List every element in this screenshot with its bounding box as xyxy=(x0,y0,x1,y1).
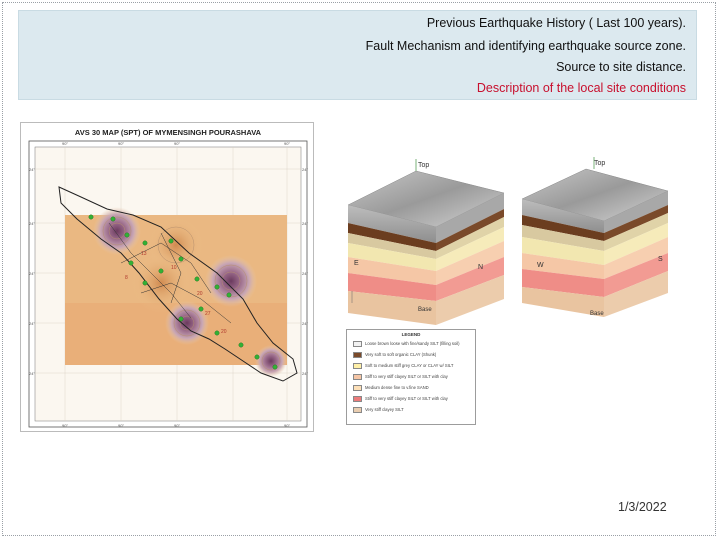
soil-profile-3d-image: Top E N Base Top W S Base LEGEND Loose b… xyxy=(332,153,710,435)
map-title: AVS 30 MAP (SPT) OF MYMENSINGH POURASHAV… xyxy=(75,128,262,137)
map-left-tick: 24° xyxy=(29,221,35,226)
header-box: Previous Earthquake History ( Last 100 y… xyxy=(18,10,697,100)
legend-swatch xyxy=(353,374,362,380)
map-value-label: 13 xyxy=(141,251,147,257)
label-e: E xyxy=(354,260,359,267)
legend-text: Medium dense fine to v.fine SAND xyxy=(365,385,429,390)
map-right-tick: 24° xyxy=(302,371,308,376)
header-line-fault-mechanism: Fault Mechanism and identifying earthqua… xyxy=(365,39,686,53)
map-top-tick: 90° xyxy=(62,141,68,146)
label-top-right: Top xyxy=(594,160,605,167)
map-top-tick: 90° xyxy=(284,141,290,146)
legend-swatch xyxy=(353,396,362,402)
map-top-tick: 90° xyxy=(118,141,124,146)
legend-text: Soft to medium stiff grey CLAY or CLAY w… xyxy=(365,363,454,368)
soil-legend: LEGEND Loose brown loose with fine/sandy… xyxy=(346,329,476,425)
map-bottom-tick: 90° xyxy=(62,423,68,428)
label-s: S xyxy=(658,256,663,263)
legend-text: Stiff to very stiff clayey SILT or SILT … xyxy=(365,374,448,379)
legend-swatch xyxy=(353,341,362,347)
left-block xyxy=(347,159,505,325)
legend-swatch xyxy=(353,385,362,391)
map-left-tick: 24° xyxy=(29,321,35,326)
label-base-left: Base xyxy=(418,307,432,313)
map-value-label: 8 xyxy=(125,275,128,281)
map-right-tick: 24° xyxy=(302,271,308,276)
map-left-tick: 24° xyxy=(29,167,35,172)
legend-item: Stiff to very stiff clayey SILT or SILT … xyxy=(353,373,471,382)
map-left-tick: 24° xyxy=(29,371,35,376)
legend-text: Loose brown loose with fine/sandy SILT (… xyxy=(365,341,460,346)
header-line-earthquake-history: Previous Earthquake History ( Last 100 y… xyxy=(426,16,686,30)
legend-item: Soft to medium stiff grey CLAY or CLAY w… xyxy=(353,362,471,371)
label-base-right: Base xyxy=(590,311,604,317)
right-block xyxy=(521,157,669,317)
legend-text: Very stiff clayey SILT xyxy=(365,407,404,412)
map-top-tick: 90° xyxy=(174,141,180,146)
legend-item: Very stiff clayey SILT xyxy=(353,406,471,415)
legend-swatch xyxy=(353,352,362,358)
map-value-label: 20 xyxy=(197,291,203,297)
label-top-left: Top xyxy=(418,162,429,169)
legend-swatch xyxy=(353,407,362,413)
map-bottom-tick: 90° xyxy=(284,423,290,428)
map-bottom-tick: 90° xyxy=(174,423,180,428)
map-value-label: 27 xyxy=(205,311,211,317)
map-bottom-tick: 90° xyxy=(118,423,124,428)
legend-item: Loose brown loose with fine/sandy SILT (… xyxy=(353,340,471,349)
map-left-tick: 24° xyxy=(29,271,35,276)
slide-date: 1/3/2022 xyxy=(618,500,667,514)
legend-swatch xyxy=(353,363,362,369)
legend-text: Stiff to very stiff clayey SILT or SILT … xyxy=(365,396,448,401)
header-line-site-conditions: Description of the local site conditions xyxy=(476,81,686,95)
legend-item: Stiff to very stiff clayey SILT or SILT … xyxy=(353,395,471,404)
legend-text: Very soft to soft organic CLAY (Shunk) xyxy=(365,352,437,357)
map-value-label: 20 xyxy=(221,329,227,335)
legend-title: LEGEND xyxy=(401,332,421,337)
header-line-source-distance: Source to site distance. xyxy=(556,60,686,74)
map-right-tick: 24° xyxy=(302,167,308,172)
legend-item: Very soft to soft organic CLAY (Shunk) xyxy=(353,351,471,360)
avs30-map-image: AVS 30 MAP (SPT) OF MYMENSINGH POURASHAV… xyxy=(20,122,314,432)
label-w: W xyxy=(537,262,544,269)
map-right-tick: 24° xyxy=(302,321,308,326)
map-value-label: 10 xyxy=(171,265,177,271)
map-right-tick: 24° xyxy=(302,221,308,226)
legend-item: Medium dense fine to v.fine SAND xyxy=(353,384,471,393)
map-figure: AVS 30 MAP (SPT) OF MYMENSINGH POURASHAV… xyxy=(28,128,308,428)
slide: Previous Earthquake History ( Last 100 y… xyxy=(0,0,720,540)
label-n: N xyxy=(478,264,483,271)
